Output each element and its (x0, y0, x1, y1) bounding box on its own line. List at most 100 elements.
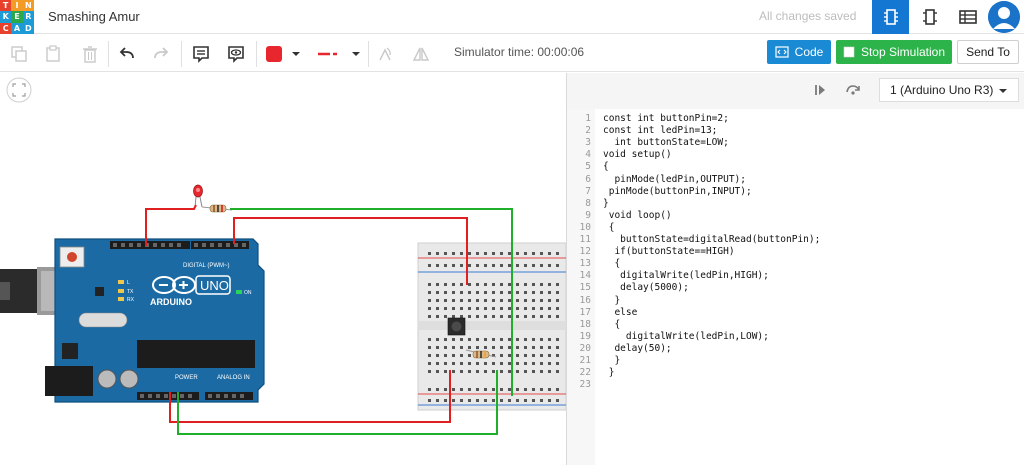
capacitor (97, 369, 117, 389)
toggle-notes-button[interactable] (223, 41, 249, 67)
code-line: pinMode(buttonPin,INPUT); (603, 185, 752, 197)
breadboard-hole (548, 283, 551, 286)
resistor-led[interactable] (201, 204, 233, 213)
user-icon (988, 1, 1020, 33)
line-number: 6 (585, 173, 591, 185)
redo-button[interactable] (148, 41, 174, 67)
breadboard-hole (476, 264, 479, 267)
line-number: 22 (579, 367, 591, 379)
arduino-uno-board[interactable]: UNO ARDUINO DIGITAL (PWM~) POWER ANALOG … (45, 238, 265, 403)
breadboard-hole (540, 315, 543, 318)
device-select[interactable]: 1 (Arduino Uno R3) (879, 78, 1019, 102)
tinkercad-logo[interactable]: TINKERCAD (0, 0, 34, 34)
l-led-label: L (127, 280, 130, 286)
breadboard-hole (468, 354, 471, 357)
breadboard-hole (452, 370, 455, 373)
fit-view-button[interactable] (6, 77, 32, 103)
circuit-canvas[interactable]: UNO ARDUINO DIGITAL (PWM~) POWER ANALOG … (0, 73, 566, 465)
circuit-view-button[interactable] (872, 0, 909, 34)
breadboard[interactable] (417, 242, 566, 411)
component-list-button[interactable] (949, 0, 986, 34)
breadboard-hole (540, 388, 543, 391)
breadboard-hole (556, 370, 559, 373)
line-number-gutter: 1 2 3 4 5 6 7 8 9 10 11 12 13 14 15 16 17 18 19 20 21 22 23 (567, 109, 595, 465)
wire-style-picker[interactable] (313, 41, 363, 67)
breadboard-hole (524, 346, 527, 349)
breadboard-hole (500, 264, 503, 267)
line-number: 20 (579, 342, 591, 354)
line-number: 18 (579, 318, 591, 330)
breadboard-hole (548, 388, 551, 391)
breadboard-hole (500, 291, 503, 294)
breadboard-hole (548, 362, 551, 365)
send-to-button[interactable]: Send To (957, 40, 1019, 64)
flip-button[interactable] (408, 41, 434, 67)
breadboard-hole (492, 307, 495, 310)
user-avatar[interactable] (988, 1, 1020, 33)
breadboard-hole (484, 252, 487, 255)
breadboard-hole (468, 338, 471, 341)
paste-button[interactable] (40, 41, 66, 67)
breadboard-hole (436, 264, 439, 267)
breadboard-hole (500, 283, 503, 286)
red-led[interactable] (193, 184, 203, 208)
atmega-chip (137, 340, 255, 368)
pushbutton[interactable] (447, 317, 466, 336)
breadboard-hole (548, 354, 551, 357)
breadboard-hole (508, 252, 511, 255)
breadboard-hole (460, 283, 463, 286)
breadboard-hole (524, 307, 527, 310)
breadboard-hole (460, 370, 463, 373)
project-title[interactable]: Smashing Amur (48, 9, 140, 24)
arduino-label: ARDUINO (150, 297, 192, 307)
code-panel: 1 (Arduino Uno R3) 1 2 3 4 5 6 7 8 9 10 11 12 13 14 15… (566, 73, 1024, 465)
breadboard-hole (540, 399, 543, 402)
breadboard-hole (444, 338, 447, 341)
breadboard-hole (540, 299, 543, 302)
code-editor[interactable]: const int buttonPin=2; const int ledPin=1… (595, 109, 1024, 465)
breadboard-hole (428, 346, 431, 349)
device-select-value: 1 (Arduino Uno R3) (890, 83, 994, 97)
schematic-view-button[interactable] (911, 0, 948, 34)
breadboard-hole (476, 252, 479, 255)
breadboard-hole (452, 264, 455, 267)
breadboard-hole (524, 338, 527, 341)
breadboard-hole (460, 354, 463, 357)
breadboard-hole (508, 346, 511, 349)
rotate-button[interactable] (372, 41, 398, 67)
step-icon (815, 85, 825, 95)
breadboard-hole (444, 370, 447, 373)
delete-button[interactable] (77, 41, 103, 67)
breadboard-hole (484, 283, 487, 286)
breadboard-hole (492, 252, 495, 255)
chevron-down-icon (352, 52, 360, 56)
breadboard-hole (548, 370, 551, 373)
notes-button[interactable] (188, 41, 214, 67)
undo-icon (119, 47, 134, 59)
serial-monitor-button[interactable] (840, 77, 866, 103)
color-picker[interactable] (262, 41, 306, 67)
breadboard-hole (532, 399, 535, 402)
stop-simulation-button[interactable]: Stop Simulation (836, 40, 952, 64)
breadboard-hole (476, 299, 479, 302)
step-button[interactable] (807, 77, 833, 103)
code-button[interactable]: Code (767, 40, 831, 64)
copy-button[interactable] (6, 41, 32, 67)
breadboard-hole (540, 370, 543, 373)
breadboard-hole (556, 252, 559, 255)
breadboard-hole (428, 338, 431, 341)
breadboard-hole (436, 283, 439, 286)
breadboard-hole (532, 388, 535, 391)
breadboard-hole (540, 346, 543, 349)
breadboard-hole (524, 388, 527, 391)
code-line: int buttonState=LOW; (603, 137, 729, 149)
breadboard-hole (516, 354, 519, 357)
breadboard-hole (452, 291, 455, 294)
breadboard-hole (508, 283, 511, 286)
analog-label: ANALOG IN (217, 375, 250, 381)
undo-button[interactable] (114, 41, 140, 67)
logo-letter: T (0, 0, 12, 12)
breadboard-hole (468, 315, 471, 318)
breadboard-hole (556, 299, 559, 302)
breadboard-hole (428, 291, 431, 294)
